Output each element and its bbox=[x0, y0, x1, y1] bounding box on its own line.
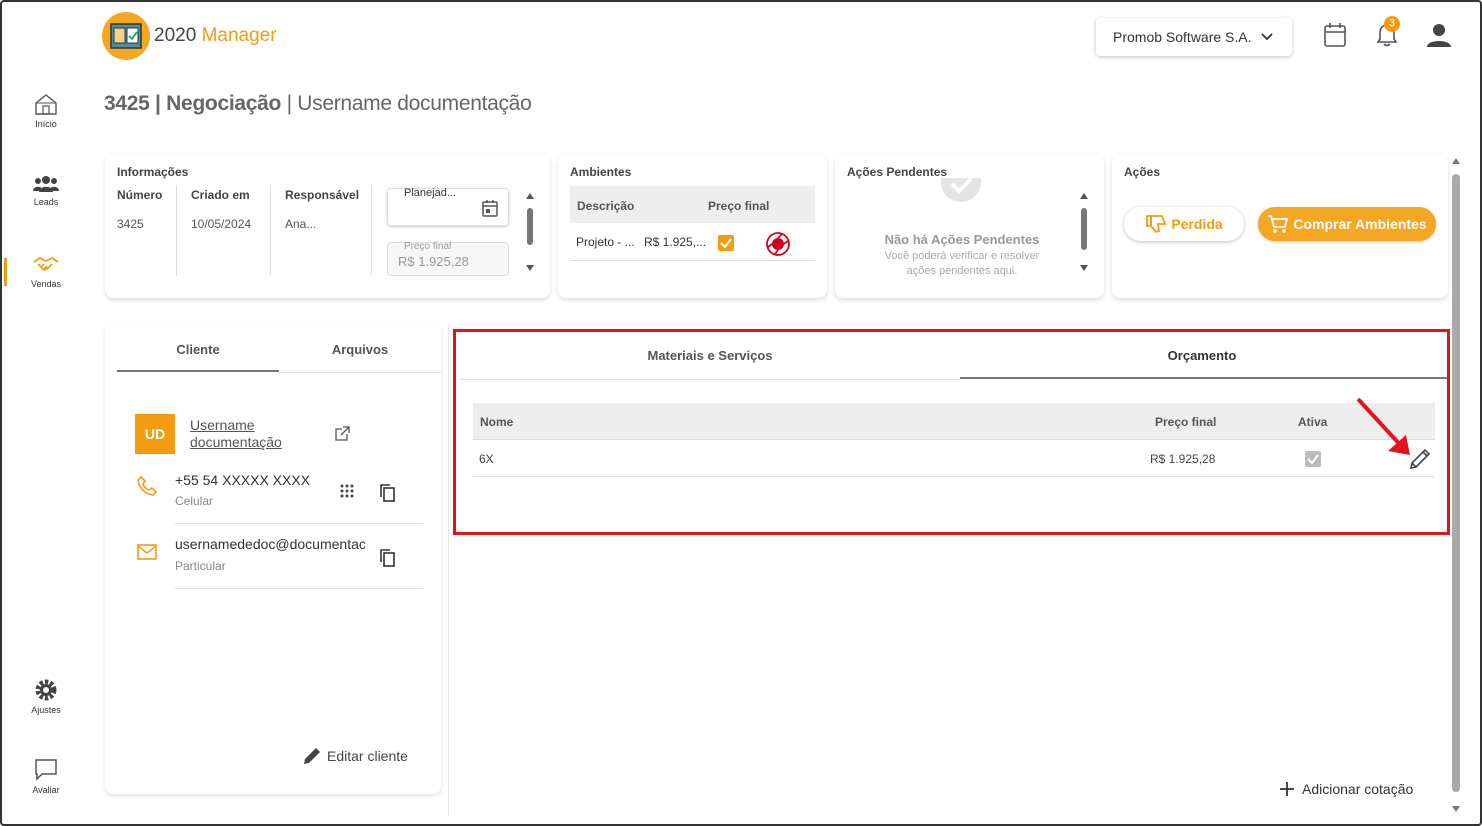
divider bbox=[371, 186, 372, 276]
client-phone-type: Celular bbox=[175, 494, 214, 508]
company-selector[interactable]: Promob Software S.A. bbox=[1096, 18, 1292, 56]
divider bbox=[270, 186, 271, 276]
informacoes-card: Informações Número 3425 Criado em 10/05/… bbox=[105, 154, 550, 298]
informacoes-title: Informações bbox=[117, 165, 189, 179]
edit-client-button[interactable]: Editar cliente bbox=[302, 746, 408, 766]
annotation-arrow-icon bbox=[1356, 397, 1410, 455]
copy-icon[interactable] bbox=[379, 549, 395, 567]
calendar-icon[interactable] bbox=[482, 199, 498, 217]
divider bbox=[176, 186, 177, 276]
gear-icon bbox=[35, 679, 57, 701]
sidebar-item-inicio[interactable]: Início bbox=[10, 92, 82, 129]
calendar-icon[interactable] bbox=[1323, 22, 1347, 48]
ambientes-card: Ambientes Descrição Preço final Projeto … bbox=[558, 154, 827, 298]
empty-state-text: ações pendentes aqui. bbox=[906, 265, 1018, 277]
email-icon bbox=[137, 544, 157, 560]
table-row[interactable]: Projeto - ... R$ 1.925,... bbox=[570, 223, 815, 261]
app-window: 2020 Manager Promob Software S.A. 3 Iníc… bbox=[0, 0, 1482, 826]
sidebar-item-vendas[interactable]: Vendas bbox=[10, 252, 82, 289]
info-numero: Número 3425 bbox=[117, 188, 163, 231]
add-quote-button[interactable]: Adicionar cotação bbox=[1278, 780, 1413, 798]
tab-arquivos[interactable]: Arquivos bbox=[279, 342, 441, 357]
client-phone: +55 54 XXXXX XXXX bbox=[175, 472, 311, 488]
acoes-pendentes-title: Ações Pendentes bbox=[847, 165, 948, 179]
company-name: Promob Software S.A. bbox=[1113, 29, 1252, 45]
home-icon bbox=[35, 94, 57, 115]
notification-badge: 3 bbox=[1384, 16, 1400, 32]
user-account-icon[interactable] bbox=[1426, 22, 1452, 48]
phone-icon bbox=[137, 476, 157, 496]
client-name-link[interactable]: Username documentação bbox=[190, 417, 282, 451]
copy-icon[interactable] bbox=[379, 484, 395, 502]
divider bbox=[279, 372, 441, 373]
ambientes-title: Ambientes bbox=[570, 165, 632, 179]
cart-icon bbox=[1268, 215, 1289, 233]
client-email: usernamededoc@documentac bbox=[175, 536, 366, 552]
perdida-button[interactable]: Perdida bbox=[1124, 207, 1244, 241]
check-circle-icon bbox=[941, 178, 981, 202]
divider bbox=[448, 324, 449, 816]
scrollbar[interactable] bbox=[524, 192, 536, 272]
page-scrollbar[interactable] bbox=[1451, 156, 1461, 816]
sidebar-active-indicator bbox=[4, 258, 7, 286]
logo-text: 2020 Manager bbox=[154, 25, 277, 46]
avatar: UD bbox=[135, 414, 175, 454]
sidebar-item-leads[interactable]: Leads bbox=[10, 174, 82, 207]
dialpad-icon[interactable] bbox=[340, 484, 354, 500]
highlight-box bbox=[453, 329, 1450, 535]
external-link-icon[interactable] bbox=[334, 426, 350, 442]
app-logo[interactable]: 2020 Manager bbox=[102, 12, 277, 60]
plus-icon bbox=[1280, 782, 1294, 796]
client-panel: Cliente Arquivos UD Username documentaçã… bbox=[105, 324, 441, 794]
empty-state-title: Não há Ações Pendentes bbox=[884, 232, 1040, 247]
chat-icon bbox=[35, 759, 57, 781]
sidebar-item-ajustes[interactable]: Ajustes bbox=[10, 678, 82, 715]
client-email-type: Particular bbox=[175, 559, 226, 573]
thumbs-down-icon bbox=[1146, 215, 1167, 234]
handshake-icon bbox=[33, 256, 59, 272]
logo-icon bbox=[102, 12, 150, 60]
preco-final-field: Preço final R$ 1.925,28 bbox=[387, 241, 509, 276]
scrollbar[interactable] bbox=[1078, 192, 1090, 272]
acoes-pendentes-card: Ações Pendentes Não há Ações Pendentes V… bbox=[835, 154, 1104, 298]
tab-cliente[interactable]: Cliente bbox=[117, 342, 279, 357]
divider bbox=[175, 523, 423, 524]
pencil-icon bbox=[304, 748, 320, 764]
page-title: 3425 | Negociação | Username documentaçã… bbox=[104, 92, 532, 115]
users-icon bbox=[33, 176, 59, 192]
status-select[interactable]: Planejad... bbox=[387, 187, 509, 226]
checkbox-checked-icon[interactable] bbox=[718, 235, 734, 251]
info-criado-em: Criado em 10/05/2024 bbox=[191, 188, 252, 231]
comprar-ambientes-button[interactable]: Comprar Ambientes bbox=[1258, 207, 1436, 241]
info-responsavel: Responsável Ana... bbox=[285, 188, 360, 231]
sidebar-item-avaliar[interactable]: Avaliar bbox=[10, 758, 82, 795]
chevron-down-icon bbox=[1260, 33, 1273, 41]
promob-logo-icon[interactable] bbox=[765, 231, 791, 257]
acoes-title: Ações bbox=[1124, 165, 1161, 179]
divider bbox=[175, 588, 423, 589]
ambientes-table-header: Descrição Preço final bbox=[570, 186, 815, 223]
tab-indicator bbox=[117, 370, 279, 372]
empty-state-text: Você poderá verificar e resolver bbox=[884, 250, 1040, 262]
